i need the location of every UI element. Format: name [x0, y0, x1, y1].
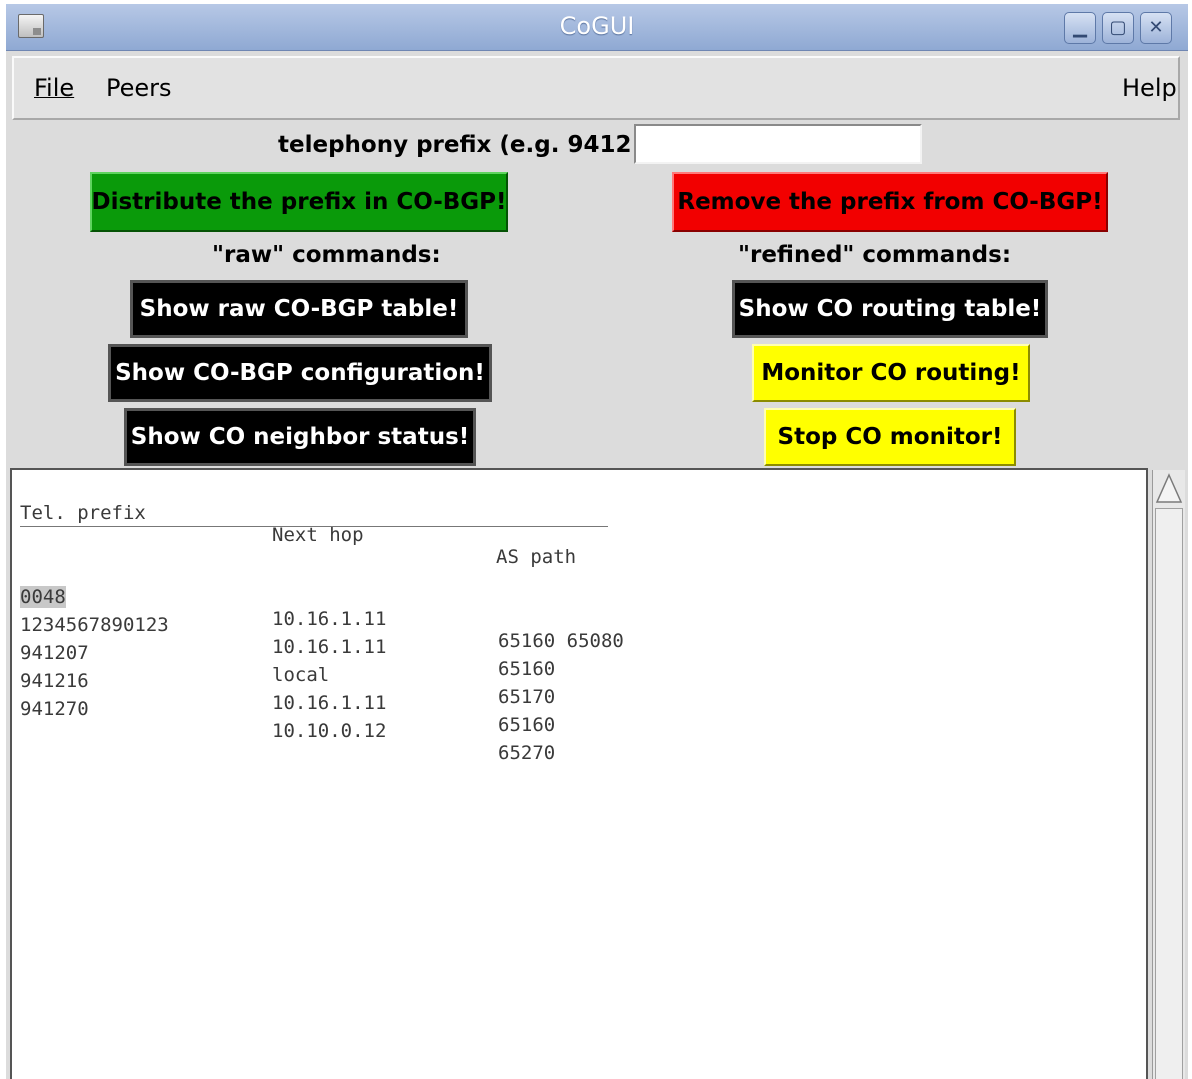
scroll-up-arrow-icon[interactable] — [1155, 472, 1183, 506]
menu-bar: File Peers Help — [12, 56, 1180, 120]
row-next-hop: local — [272, 664, 330, 686]
row-next-hop: 10.16.1.11 — [272, 692, 387, 714]
title-bar[interactable]: CoGUI ▁ ▢ ✕ — [6, 4, 1188, 51]
distribute-prefix-button[interactable]: Distribute the prefix in CO-BGP! — [90, 172, 508, 232]
minimize-icon[interactable]: ▁ — [1064, 12, 1096, 44]
row-next-hop: 10.10.0.12 — [272, 720, 387, 742]
header-as-path: AS path — [496, 546, 577, 568]
row-as-path: 65270 — [498, 742, 556, 764]
scroll-thumb[interactable] — [1155, 508, 1183, 1079]
close-icon[interactable]: ✕ — [1140, 12, 1172, 44]
app-window: CoGUI ▁ ▢ ✕ File Peers Help telephony pr… — [6, 4, 1188, 1079]
monitor-routing-button[interactable]: Monitor CO routing! — [752, 344, 1030, 402]
menu-help[interactable]: Help — [1122, 74, 1177, 102]
remove-prefix-button[interactable]: Remove the prefix from CO-BGP! — [672, 172, 1108, 232]
row-prefix: 941270 — [20, 698, 89, 720]
row-as-path: 65160 — [498, 658, 556, 680]
prefix-input[interactable] — [634, 124, 922, 164]
menu-peers-label: Peers — [106, 74, 172, 102]
menu-peers[interactable]: Peers — [106, 74, 172, 102]
menu-file-label: File — [34, 74, 75, 102]
vertical-scrollbar[interactable] — [1152, 470, 1185, 1079]
show-config-button[interactable]: Show CO-BGP configuration! — [108, 344, 492, 402]
output-text-area[interactable]: Tel. prefix Next hop AS path 0048 10.16.… — [10, 468, 1148, 1079]
window-title: CoGUI — [559, 12, 635, 40]
row-as-path: 65160 — [498, 714, 556, 736]
raw-commands-label: "raw" commands: — [212, 242, 441, 268]
prefix-label: telephony prefix (e.g. 941219): — [278, 132, 684, 158]
row-next-hop: 10.16.1.11 — [272, 608, 387, 630]
menu-help-label: Help — [1122, 74, 1177, 102]
maximize-icon[interactable]: ▢ — [1102, 12, 1134, 44]
show-raw-table-button[interactable]: Show raw CO-BGP table! — [130, 280, 468, 338]
row-as-path: 65170 — [498, 686, 556, 708]
table-row: 941270 10.10.0.12 65270 — [20, 676, 555, 786]
header-tel-prefix: Tel. prefix — [20, 502, 146, 524]
row-next-hop: 10.16.1.11 — [272, 636, 387, 658]
header-separator — [20, 526, 608, 527]
header-next-hop: Next hop — [272, 524, 364, 546]
stop-monitor-button[interactable]: Stop CO monitor! — [764, 408, 1016, 466]
row-as-path: 65160 65080 — [498, 630, 624, 652]
show-neighbor-status-button[interactable]: Show CO neighbor status! — [124, 408, 476, 466]
show-routing-table-button[interactable]: Show CO routing table! — [732, 280, 1048, 338]
menu-file[interactable]: File — [34, 74, 74, 102]
refined-commands-label: "refined" commands: — [738, 242, 1012, 268]
